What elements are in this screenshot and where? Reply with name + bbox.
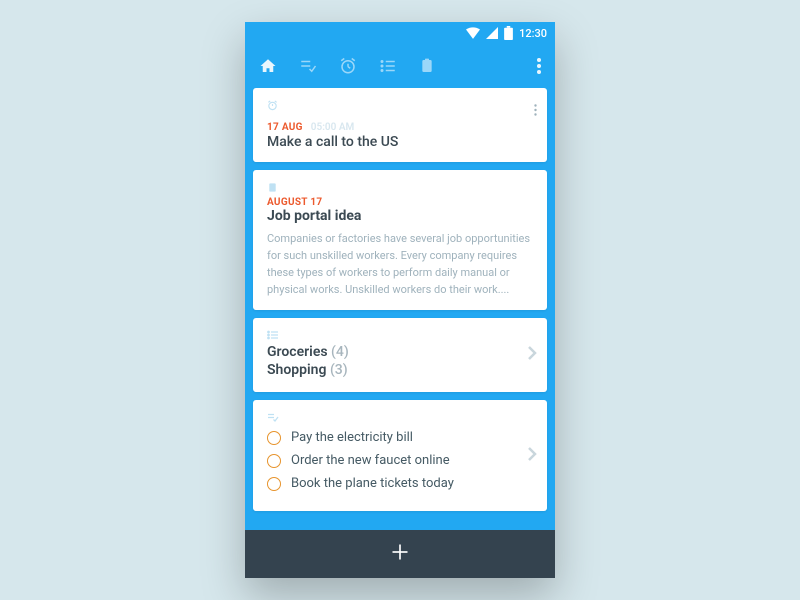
todos-card[interactable]: Pay the electricity bill Order the new f…	[253, 400, 547, 511]
radio-unchecked-icon[interactable]	[267, 454, 281, 468]
app-window: 12:30 1	[245, 22, 555, 578]
card-header	[267, 182, 533, 193]
wifi-icon	[466, 27, 480, 39]
home-icon[interactable]	[259, 57, 277, 75]
todo-item[interactable]: Order the new faucet online	[267, 453, 533, 468]
status-bar: 12:30	[245, 22, 555, 44]
checklist-icon[interactable]	[299, 57, 317, 75]
note-body: Companies or factories have several job …	[267, 230, 533, 298]
list-label: Shopping	[267, 362, 326, 378]
chevron-right-icon	[527, 345, 537, 365]
clock-text: 12:30	[519, 27, 547, 40]
overflow-menu-icon[interactable]	[537, 58, 541, 74]
card-overflow-icon[interactable]	[534, 102, 537, 121]
chevron-right-icon	[527, 446, 537, 466]
reminder-date: 17 AUG	[267, 122, 303, 133]
todo-label: Book the plane tickets today	[291, 476, 454, 491]
todo-item[interactable]: Pay the electricity bill	[267, 430, 533, 445]
content-area: 17 AUG 05:00 AM Make a call to the US AU…	[245, 88, 555, 530]
clipboard-icon[interactable]	[419, 57, 435, 75]
list-item: Shopping (3)	[267, 362, 533, 378]
todo-label: Order the new faucet online	[291, 453, 450, 468]
todo-label: Pay the electricity bill	[291, 430, 413, 445]
todo-item[interactable]: Book the plane tickets today	[267, 476, 533, 491]
reminder-meta: 17 AUG 05:00 AM	[267, 115, 533, 134]
list-small-icon	[267, 330, 279, 340]
list-count: (3)	[330, 362, 348, 378]
add-button[interactable]	[245, 530, 555, 578]
card-header	[267, 412, 533, 422]
note-card[interactable]: AUGUST 17 Job portal idea Companies or f…	[253, 170, 547, 310]
battery-icon	[504, 26, 513, 40]
reminder-title: Make a call to the US	[267, 134, 533, 150]
list-item: Groceries (4)	[267, 344, 533, 360]
cell-signal-icon	[486, 27, 498, 39]
note-title: Job portal idea	[267, 208, 533, 224]
card-header	[267, 100, 533, 111]
top-toolbar	[245, 44, 555, 88]
reminder-card[interactable]: 17 AUG 05:00 AM Make a call to the US	[253, 88, 547, 162]
lists-card[interactable]: Groceries (4) Shopping (3)	[253, 318, 547, 392]
list-icon[interactable]	[379, 57, 397, 75]
note-small-icon	[267, 182, 278, 193]
card-header	[267, 330, 533, 340]
plus-icon	[390, 542, 410, 566]
alarm-icon[interactable]	[339, 57, 357, 75]
list-count: (4)	[331, 344, 349, 360]
alarm-small-icon	[267, 100, 278, 111]
checklist-small-icon	[267, 412, 279, 422]
radio-unchecked-icon[interactable]	[267, 431, 281, 445]
reminder-time: 05:00 AM	[311, 122, 355, 133]
list-label: Groceries	[267, 344, 328, 360]
note-date: AUGUST 17	[267, 197, 533, 208]
radio-unchecked-icon[interactable]	[267, 477, 281, 491]
